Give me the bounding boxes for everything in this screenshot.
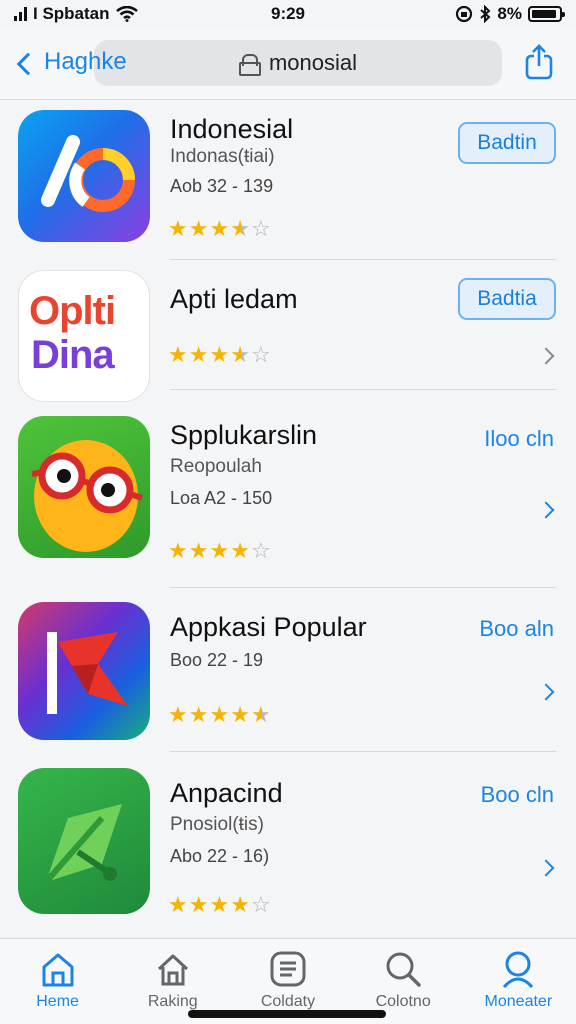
home-icon <box>42 953 74 987</box>
star-rating: ★ ★ ★ ★ ☆ <box>168 218 271 240</box>
app-subtitle: Reopoulah <box>170 456 262 477</box>
chevron-right-icon[interactable] <box>537 347 555 365</box>
list-item[interactable]: Spplukarslin Reopoulah Loa A2 - 150 ★ ★ ★ ★… <box>0 390 576 588</box>
icon-text-line-1: Oplti <box>29 289 116 333</box>
star-icon: ☆ <box>250 342 271 367</box>
app-meta: Aob 32 - 139 <box>170 176 274 196</box>
list-icon <box>270 951 306 987</box>
tab-home[interactable]: Heme <box>3 949 113 1024</box>
star-icon: ★ <box>209 538 230 563</box>
get-button[interactable]: Badtia <box>458 278 556 320</box>
chevron-right-icon[interactable] <box>537 501 555 519</box>
star-icon: ★ <box>230 216 250 241</box>
chevron-left-icon <box>16 52 40 75</box>
list-item[interactable]: Oplti Dina Apti ledam ★ ★ ★ ★ ☆ Badtia <box>0 260 576 402</box>
status-bar: I Spbatan 9:29 8% <box>0 0 576 28</box>
star-icon: ★ <box>230 538 250 563</box>
star-icon: ★ <box>168 702 188 727</box>
app-name: Anpacind <box>170 778 283 808</box>
star-icon: ★ <box>209 342 230 367</box>
get-button[interactable]: Badtin <box>458 122 556 164</box>
app-subtitle: Indonas(ŧiai) <box>170 146 275 167</box>
price-link[interactable]: Boo aln <box>479 616 554 642</box>
indonesial-app-icon[interactable] <box>18 110 150 242</box>
tab-label: Colotno <box>375 993 431 1010</box>
app-name: Appkasi Popular <box>170 612 367 642</box>
tab-monitor[interactable]: Moneater <box>463 949 573 1024</box>
star-icon: ☆ <box>250 538 271 563</box>
optidina-app-icon[interactable]: Oplti Dina <box>18 270 150 402</box>
star-icon: ☆ <box>250 216 271 241</box>
battery-icon <box>528 6 565 22</box>
star-icon: ★ <box>188 538 209 563</box>
list-item[interactable]: Anpacind Pnosiol(ŧis) Abo 22 - 16) ★ ★ ★ ★ ☆… <box>0 752 576 938</box>
app-name: Indonesial <box>170 114 294 144</box>
list-item[interactable]: Indonesial Indonas(ŧiai) Aob 32 - 139 ★ ★… <box>0 100 576 260</box>
app-meta: Abo 22 - 16) <box>170 846 270 866</box>
tab-label: Heme <box>36 993 79 1010</box>
star-icon: ★ <box>168 892 188 917</box>
app-list: Indonesial Indonas(ŧiai) Aob 32 - 139 ★ ★… <box>0 100 576 938</box>
star-icon: ★ <box>209 892 230 917</box>
house-outline-icon <box>157 954 188 986</box>
price-link[interactable]: Boo cln <box>481 782 554 808</box>
star-rating: ★ ★ ★ ★ ☆ <box>168 894 271 916</box>
red-logo-app-icon[interactable] <box>18 602 150 740</box>
tab-label: Raking <box>147 993 198 1010</box>
star-rating: ★ ★ ★ ★ ☆ <box>168 344 271 366</box>
star-icon: ★ <box>230 892 250 917</box>
app-subtitle: Pnosiol(ŧis) <box>170 814 264 835</box>
app-meta: Loa A2 - 150 <box>170 488 273 508</box>
tab-label: Coldaty <box>260 993 316 1010</box>
back-label[interactable]: Haghke <box>44 48 127 76</box>
chevron-right-icon[interactable] <box>537 859 555 877</box>
star-icon: ★ <box>209 216 230 241</box>
app-name: Apti ledam <box>170 284 298 314</box>
star-icon: ☆ <box>250 892 271 917</box>
chevron-right-icon[interactable] <box>537 683 555 701</box>
battery-percent: 8% <box>497 4 522 23</box>
star-icon: ★ <box>168 538 188 563</box>
app-meta: Boo 22 - 19 <box>170 650 264 670</box>
carrier-name: I Spbatan <box>33 4 110 23</box>
home-indicator <box>188 1010 386 1018</box>
cellular-signal-icon <box>14 7 27 21</box>
wifi-icon <box>115 6 138 22</box>
star-rating: ★ ★ ★ ★ ☆ <box>168 540 271 562</box>
star-icon: ★ <box>168 342 188 367</box>
star-icon: ★ <box>188 342 209 367</box>
back-button[interactable] <box>14 52 40 75</box>
bluetooth-icon <box>480 5 491 23</box>
star-icon: ★ <box>188 892 209 917</box>
star-icon: ★ <box>250 702 271 727</box>
green-leaf-app-icon[interactable] <box>18 768 150 914</box>
search-text: monosial <box>268 50 358 75</box>
icon-text-line-2: Dina <box>31 333 115 377</box>
tab-label: Moneater <box>484 993 553 1010</box>
price-link[interactable]: Iloo cln <box>484 426 554 452</box>
star-icon: ★ <box>188 216 209 241</box>
star-icon: ★ <box>230 702 250 727</box>
star-rating: ★ ★ ★ ★ ★ <box>168 704 271 726</box>
app-name: Spplukarslin <box>170 420 318 450</box>
search-icon <box>386 952 421 987</box>
search-icon <box>503 951 534 989</box>
navigation-bar: monosial Haghke <box>0 28 576 100</box>
star-icon: ★ <box>188 702 209 727</box>
star-icon: ★ <box>209 702 230 727</box>
address-search-field[interactable]: monosial <box>94 40 502 86</box>
lock-icon <box>238 54 261 76</box>
list-item[interactable]: Appkasi Popular Boo 22 - 19 ★ ★ ★ ★ ★ Boo al… <box>0 588 576 752</box>
cartoon-face-app-icon[interactable] <box>18 416 150 558</box>
star-icon: ★ <box>230 342 250 367</box>
orientation-lock-icon <box>456 5 473 23</box>
star-icon: ★ <box>168 216 188 241</box>
share-icon[interactable] <box>524 44 554 80</box>
